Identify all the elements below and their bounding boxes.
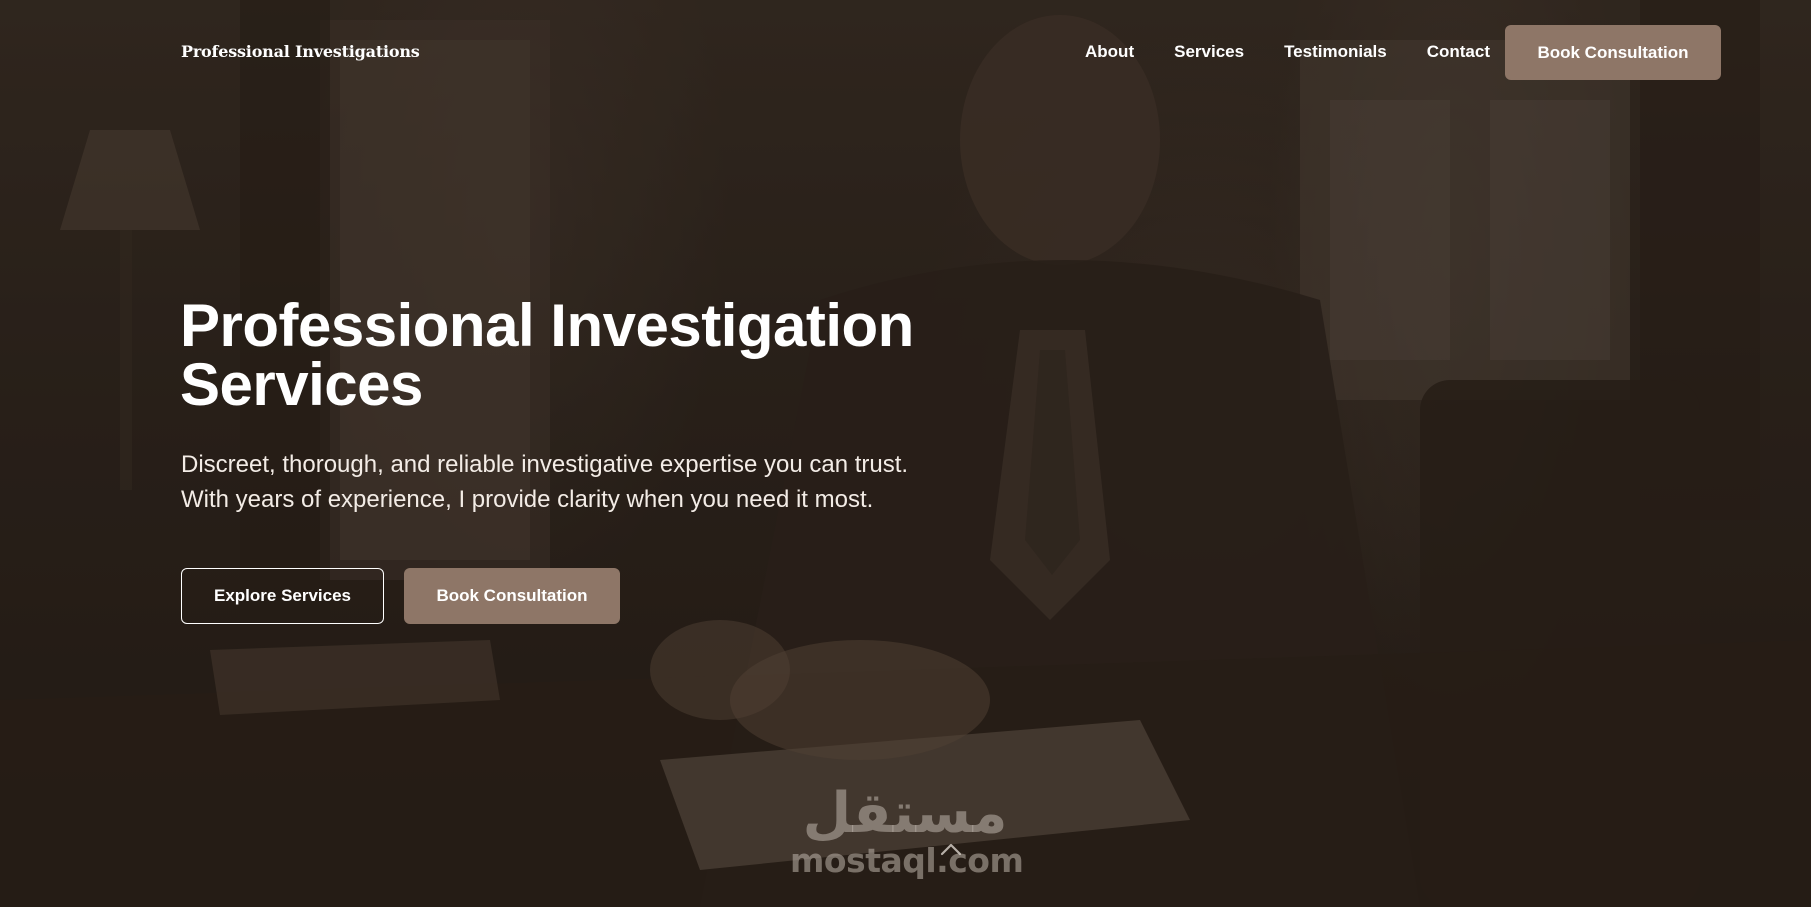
top-navigation: Professional Investigations About Servic… <box>0 0 1811 106</box>
chevron-up-icon[interactable] <box>940 842 962 856</box>
hero-subtext-line2: With years of experience, I provide clar… <box>181 486 874 513</box>
hero-headline-line1: Professional Investigation <box>180 292 914 359</box>
nav-links: About Services Testimonials Contact <box>1085 42 1490 62</box>
brand-logo[interactable]: Professional Investigations <box>181 42 420 61</box>
hero-subtext: Discreet, thorough, and reliable investi… <box>181 447 1081 517</box>
book-consultation-button[interactable]: Book Consultation <box>404 568 620 624</box>
hero-buttons: Explore Services Book Consultation <box>181 568 620 624</box>
hero-headline-line2: Services <box>180 351 423 418</box>
nav-link-about[interactable]: About <box>1085 42 1134 62</box>
nav-link-testimonials[interactable]: Testimonials <box>1284 42 1387 62</box>
watermark-arabic: مستقل <box>802 781 1008 846</box>
watermark-latin: mostaql.com <box>790 841 1024 880</box>
nav-link-services[interactable]: Services <box>1174 42 1244 62</box>
mostaql-watermark: مستقل mostaql.com <box>790 781 1024 880</box>
nav-book-consultation-button[interactable]: Book Consultation <box>1505 25 1721 80</box>
hero-headline: Professional Investigation Services <box>180 296 1060 415</box>
nav-link-contact[interactable]: Contact <box>1427 42 1490 62</box>
hero-subtext-line1: Discreet, thorough, and reliable investi… <box>181 451 909 478</box>
explore-services-button[interactable]: Explore Services <box>181 568 384 624</box>
hero-section: Professional Investigations About Servic… <box>0 0 1811 907</box>
